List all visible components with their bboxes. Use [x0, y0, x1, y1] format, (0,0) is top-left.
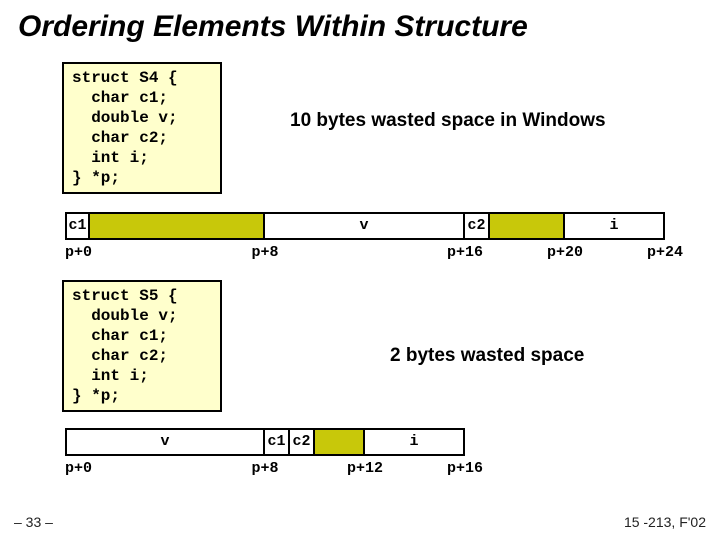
mem-layout-s4: c1 v c2 i [65, 212, 665, 240]
off-p24: p+24 [647, 244, 683, 261]
mem-cell2-pad [313, 428, 365, 456]
footer-page: – 33 – [14, 514, 53, 530]
slide-title: Ordering Elements Within Structure [0, 0, 720, 48]
mem-cell-c2: c2 [463, 212, 490, 240]
off2-p12: p+12 [347, 460, 383, 477]
code-s5: struct S5 { double v; char c1; char c2; … [62, 280, 222, 412]
mem-cell-pad2 [488, 212, 565, 240]
mem-cell-v: v [263, 212, 465, 240]
mem-cell-pad1 [88, 212, 265, 240]
mem-layout-s5: v c1 c2 i [65, 428, 465, 456]
off-p8: p+8 [251, 244, 278, 261]
mem-cell-i: i [563, 212, 665, 240]
mem-cell-c1: c1 [65, 212, 90, 240]
off-p0: p+0 [65, 244, 92, 261]
mem-cell2-i: i [363, 428, 465, 456]
footer-course: 15 -213, F'02 [624, 514, 706, 530]
mem-cell2-c1: c1 [263, 428, 290, 456]
off-p16: p+16 [447, 244, 483, 261]
off-p20: p+20 [547, 244, 583, 261]
note-s4-waste: 10 bytes wasted space in Windows [290, 110, 606, 132]
mem-cell2-v: v [65, 428, 265, 456]
off2-p0: p+0 [65, 460, 92, 477]
off2-p8: p+8 [251, 460, 278, 477]
off2-p16: p+16 [447, 460, 483, 477]
code-s4: struct S4 { char c1; double v; char c2; … [62, 62, 222, 194]
note-s5-waste: 2 bytes wasted space [390, 345, 584, 367]
mem-cell2-c2: c2 [288, 428, 315, 456]
